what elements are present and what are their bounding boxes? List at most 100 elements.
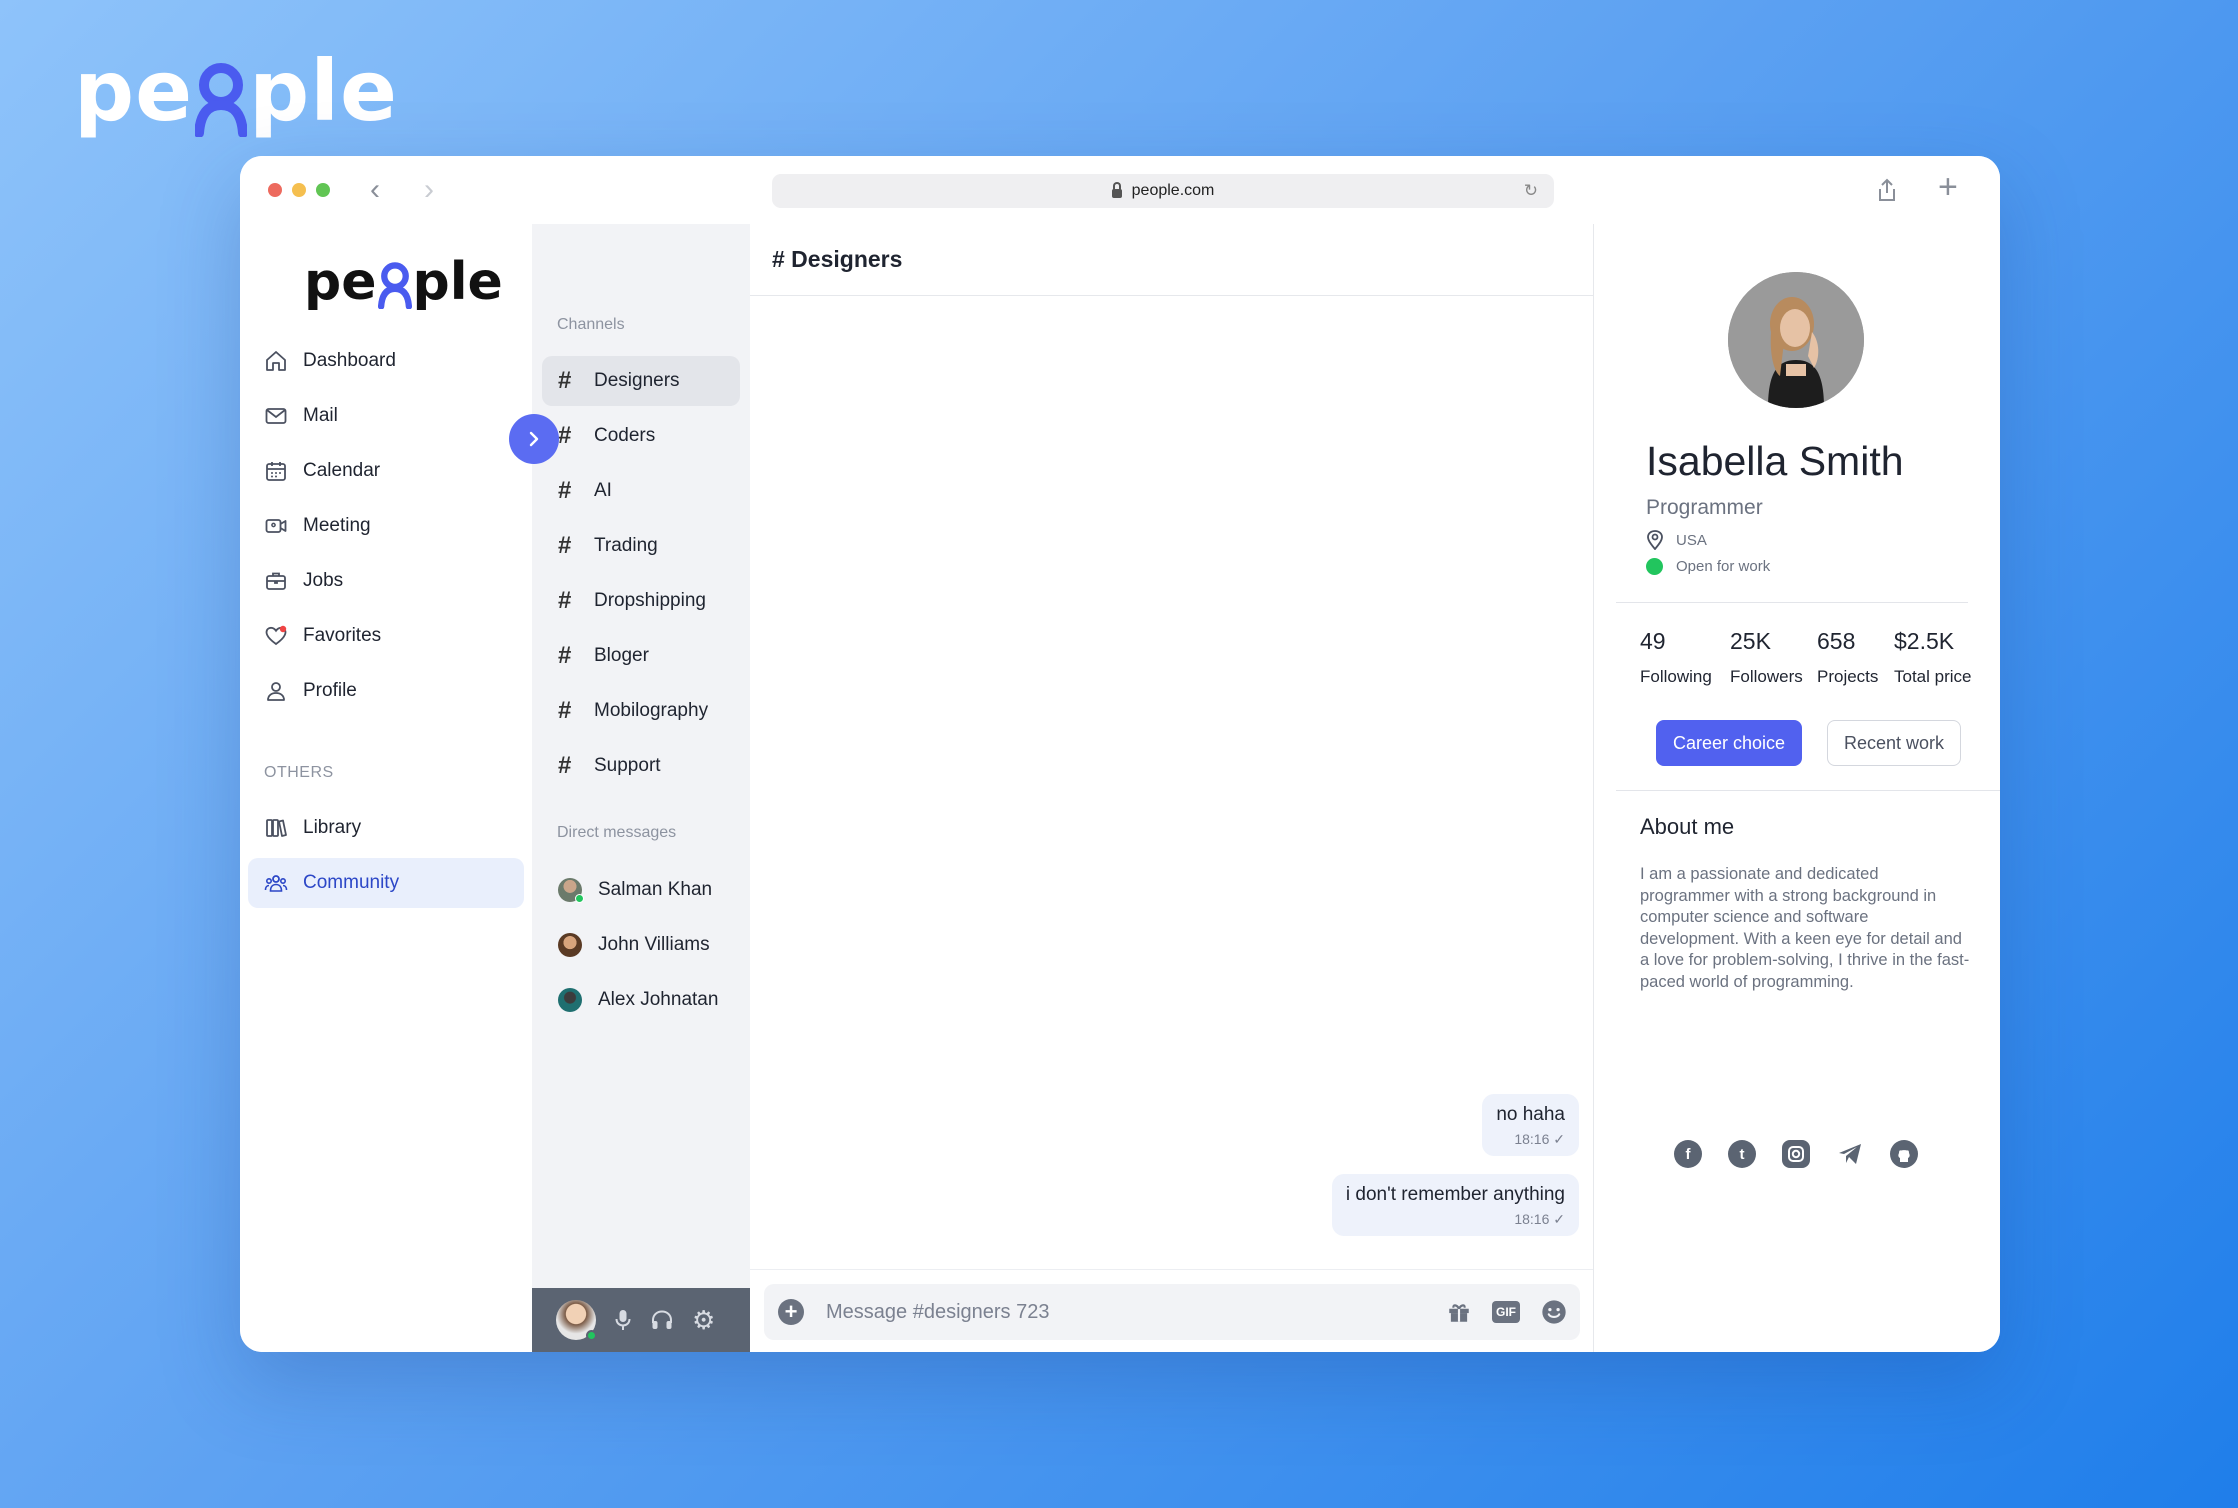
composer-divider xyxy=(750,1269,1593,1270)
message-time: 18:16 ✓ xyxy=(1514,1131,1565,1147)
emoji-icon[interactable] xyxy=(1540,1298,1568,1326)
video-icon xyxy=(265,519,287,533)
stat-total-price: $2.5K Total price xyxy=(1894,628,1971,687)
current-user-bar: ⚙ xyxy=(532,1288,750,1352)
profile-location: USA xyxy=(1646,530,1707,550)
logo-text-left: pe xyxy=(304,252,377,312)
home-icon xyxy=(266,351,286,371)
recent-work-button[interactable]: Recent work xyxy=(1827,720,1961,766)
location-text: USA xyxy=(1676,531,1707,549)
message-composer: + GIF xyxy=(764,1284,1580,1340)
library-icon xyxy=(266,819,287,837)
telegram-icon[interactable] xyxy=(1836,1140,1864,1168)
hash-icon: # xyxy=(558,477,572,504)
nav-label: Jobs xyxy=(303,570,344,591)
app-logo: pe ple xyxy=(304,252,503,312)
telegram-glyph xyxy=(1839,1144,1861,1164)
gift-icon[interactable] xyxy=(1446,1299,1472,1325)
lock-icon xyxy=(1111,181,1122,198)
current-user-avatar[interactable] xyxy=(556,1300,597,1341)
collapse-channels-button[interactable] xyxy=(509,414,559,464)
channel-mobilography[interactable]: # Mobilography xyxy=(542,686,740,736)
profile-panel: Isabella Smith Programmer USA Open for w… xyxy=(1594,224,2000,1352)
channel-designers[interactable]: # Designers xyxy=(542,356,740,406)
nav-community[interactable]: Community xyxy=(248,858,524,908)
dm-name: Salman Khan xyxy=(598,879,713,900)
channel-support[interactable]: # Support xyxy=(542,741,740,791)
nav-dashboard[interactable]: Dashboard xyxy=(248,336,524,386)
stat-projects: 658 Projects xyxy=(1817,628,1878,687)
hash-icon: # xyxy=(558,367,572,394)
dm-name: Alex Johnatan xyxy=(598,989,719,1010)
stat-value: $2.5K xyxy=(1894,628,1955,654)
channel-dropshipping[interactable]: # Dropshipping xyxy=(542,576,740,626)
message-input[interactable] xyxy=(826,1300,1406,1324)
stat-label: Following xyxy=(1640,667,1712,686)
dm-section-label: Direct messages xyxy=(557,824,677,841)
channel-label: Support xyxy=(594,755,661,776)
reload-icon[interactable]: ↻ xyxy=(1524,181,1538,201)
dm-alex-johnatan[interactable]: Alex Johnatan xyxy=(558,980,718,1020)
dm-name: John Villiams xyxy=(598,934,710,955)
nav-library[interactable]: Library xyxy=(248,803,524,853)
stat-label: Followers xyxy=(1730,667,1803,686)
hash-icon: # xyxy=(558,532,572,559)
message-time: 18:16 ✓ xyxy=(1514,1211,1565,1227)
gif-button[interactable]: GIF xyxy=(1492,1301,1520,1323)
nav-jobs[interactable]: Jobs xyxy=(248,556,524,606)
briefcase-icon xyxy=(266,572,286,590)
new-tab-plus-icon[interactable]: + xyxy=(1938,168,1958,207)
avatar xyxy=(558,878,584,903)
social-links: f t xyxy=(1674,1140,1918,1168)
minimize-window-button[interactable] xyxy=(292,183,306,197)
dm-salman-khan[interactable]: Salman Khan xyxy=(558,870,712,910)
forward-arrow-icon[interactable]: › xyxy=(424,173,434,207)
close-window-button[interactable] xyxy=(268,183,282,197)
channel-coders[interactable]: # Coders xyxy=(542,411,740,461)
settings-gear-icon[interactable]: ⚙ xyxy=(692,1305,715,1336)
nav-label: Mail xyxy=(303,405,338,426)
instagram-icon[interactable] xyxy=(1782,1140,1810,1168)
back-arrow-icon[interactable]: ‹ xyxy=(370,173,380,207)
nav-profile[interactable]: Profile xyxy=(248,666,524,716)
chat-panel: # Designers no haha 18:16 ✓ i don't reme… xyxy=(750,224,1594,1352)
dm-john-villiams[interactable]: John Villiams xyxy=(558,925,710,965)
browser-window: ‹ › people.com ↻ + pe ple Dashboard Mail… xyxy=(240,156,2000,1352)
status-dot-icon xyxy=(1646,558,1663,575)
user-icon xyxy=(267,682,285,701)
add-attachment-icon[interactable]: + xyxy=(778,1299,804,1325)
maximize-window-button[interactable] xyxy=(316,183,330,197)
microphone-icon[interactable] xyxy=(614,1308,632,1332)
brand-logo: pe ple xyxy=(74,42,398,140)
brand-text-right: ple xyxy=(249,42,399,140)
message-text: no haha xyxy=(1496,1104,1565,1125)
channel-trading[interactable]: # Trading xyxy=(542,521,740,571)
hash-icon: # xyxy=(558,752,572,779)
message-text: i don't remember anything xyxy=(1345,1184,1565,1205)
channel-bloger[interactable]: # Bloger xyxy=(542,631,740,681)
twitter-icon[interactable]: t xyxy=(1728,1140,1756,1168)
chevron-right-icon xyxy=(529,431,539,447)
nav-favorites[interactable]: Favorites xyxy=(248,611,524,661)
calendar-icon xyxy=(266,462,286,481)
facebook-icon[interactable]: f xyxy=(1674,1140,1702,1168)
share-icon[interactable] xyxy=(1876,178,1898,202)
chat-title: # Designers xyxy=(750,224,1593,296)
main-sidebar: pe ple Dashboard Mail Calendar Meeting J… xyxy=(240,224,532,1352)
github-glyph xyxy=(1898,1150,1910,1162)
career-choice-button[interactable]: Career choice xyxy=(1656,720,1802,766)
nav-meeting[interactable]: Meeting xyxy=(248,501,524,551)
address-bar[interactable]: people.com ↻ xyxy=(772,174,1554,208)
profile-avatar xyxy=(1728,272,1864,408)
headphones-icon[interactable] xyxy=(650,1308,674,1332)
channel-ai[interactable]: # AI xyxy=(542,466,740,516)
about-text: I am a passionate and dedicated programm… xyxy=(1640,865,1970,991)
channel-label: Coders xyxy=(594,425,656,446)
hash-icon: # xyxy=(558,422,572,449)
message-bubble: no haha 18:16 ✓ xyxy=(1482,1094,1579,1156)
stat-value: 49 xyxy=(1640,628,1666,654)
nav-mail[interactable]: Mail xyxy=(248,391,524,441)
github-icon[interactable] xyxy=(1890,1140,1918,1168)
nav-calendar[interactable]: Calendar xyxy=(248,446,524,496)
location-pin-icon xyxy=(1647,530,1663,550)
